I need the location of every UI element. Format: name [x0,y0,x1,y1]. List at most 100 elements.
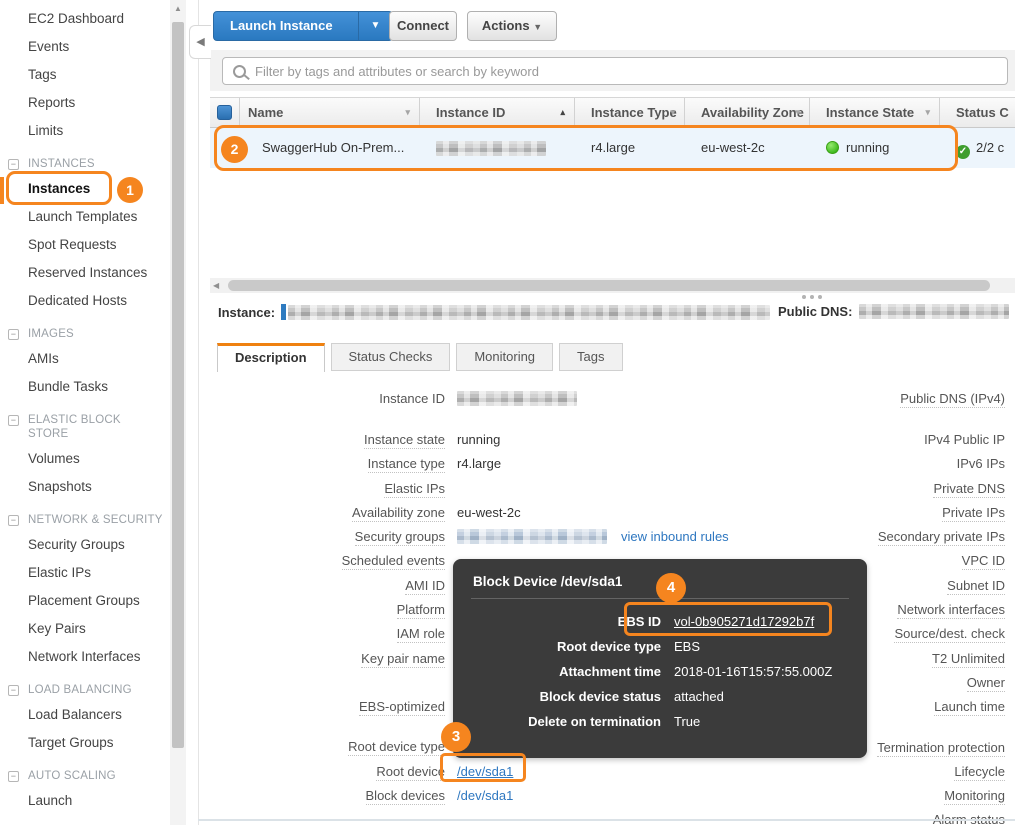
launch-instance-dropdown[interactable]: ▼ [358,12,392,40]
tooltip-row-attachment-time: Attachment time 2018-01-16T15:57:55.000Z [471,661,849,683]
sidebar: EC2 Dashboard Events Tags Reports Limits… [0,0,170,825]
sidebar-item-launch-configurations[interactable]: Launch [0,787,170,815]
column-header-instance-id[interactable]: Instance ID ▴ [420,98,575,127]
ec2-console: EC2 Dashboard Events Tags Reports Limits… [0,0,1015,825]
tab-status-checks[interactable]: Status Checks [331,343,451,371]
field-alarm-status: Alarm status [535,808,1005,825]
connect-button[interactable]: Connect [389,11,457,41]
column-header-instance-state[interactable]: Instance State ▾ [810,98,940,127]
tab-tags[interactable]: Tags [559,343,622,371]
tooltip-row-block-device-status: Block device status attached [471,686,849,708]
chevron-left-icon: ◀ [196,36,204,48]
sidebar-item-bundle-tasks[interactable]: Bundle Tasks [0,373,170,401]
instances-table-header: Name ▾ Instance ID ▴ Instance Type ▾ Ava… [210,97,1015,128]
field-label: Network interfaces [897,602,1005,619]
row-availability-zone: eu-west-2c [685,128,810,168]
callout-3: 3 [441,722,471,752]
running-status-icon [826,141,839,154]
column-header-name[interactable]: Name ▾ [240,98,420,127]
tab-description[interactable]: Description [217,343,325,372]
tooltip-label: EBS ID [471,611,661,633]
scroll-up-icon[interactable]: ▲ [170,4,186,13]
field-label: Root device [376,764,445,781]
collapse-minus-icon[interactable]: − [8,329,19,340]
filter-input[interactable]: Filter by tags and attributes or search … [222,57,1008,85]
sidebar-item-snapshots[interactable]: Snapshots [0,473,170,501]
footer-divider [198,819,1015,821]
tooltip-label: Block device status [471,686,661,708]
instance-row[interactable]: SwaggerHub On-Prem... r4.large eu-west-2… [210,128,1015,168]
sidebar-item-volumes[interactable]: Volumes [0,445,170,473]
sidebar-section-images[interactable]: − IMAGES [0,323,170,345]
column-header-availability-zone[interactable]: Availability Zone ▾ [685,98,810,127]
collapse-minus-icon[interactable]: − [8,159,19,170]
panel-resize-grip[interactable] [802,295,822,299]
ebs-volume-link[interactable]: vol-0b905271d17292b7f [674,614,814,629]
field-label: Subnet ID [947,578,1005,595]
select-all-checkbox[interactable] [217,105,232,120]
tab-monitoring[interactable]: Monitoring [456,343,553,371]
chevron-down-icon: ▼ [533,22,542,32]
sidebar-item-spot-requests[interactable]: Spot Requests [0,231,170,259]
sidebar-section-ebs[interactable]: − ELASTIC BLOCK STORE [0,409,170,445]
section-label: NETWORK & SECURITY [28,514,163,526]
root-device-link[interactable]: /dev/sda1 [457,764,513,779]
sidebar-item-tags[interactable]: Tags [0,61,170,89]
block-device-link[interactable]: /dev/sda1 [457,788,513,803]
sidebar-item-ec2-dashboard[interactable]: EC2 Dashboard [0,5,170,33]
sidebar-item-events[interactable]: Events [0,33,170,61]
row-instance-type: r4.large [575,128,685,168]
collapse-minus-icon[interactable]: − [8,415,19,426]
sidebar-item-reserved-instances[interactable]: Reserved Instances [0,259,170,287]
select-all-checkbox-cell [210,98,240,127]
scroll-left-icon[interactable]: ◀ [213,281,219,290]
sidebar-item-dedicated-hosts[interactable]: Dedicated Hosts [0,287,170,315]
field-label: Owner [967,675,1005,692]
collapse-minus-icon[interactable]: − [8,685,19,696]
sidebar-item-elastic-ips[interactable]: Elastic IPs [0,559,170,587]
field-label: EBS-optimized [359,699,445,716]
sidebar-item-instances[interactable]: Instances [0,175,170,203]
field-lifecycle: Lifecycle [535,759,1005,783]
sidebar-item-limits[interactable]: Limits [0,117,170,145]
sidebar-item-load-balancers[interactable]: Load Balancers [0,701,170,729]
tooltip-value: EBS [674,636,834,658]
column-label: Instance ID [436,105,505,120]
sidebar-item-amis[interactable]: AMIs [0,345,170,373]
sidebar-item-network-interfaces[interactable]: Network Interfaces [0,643,170,671]
selected-instance-summary: Instance: [218,304,770,320]
actions-button[interactable]: Actions ▼ [467,11,557,41]
active-nav-indicator [0,177,4,204]
field-label: Instance type [368,456,445,473]
field-label: Source/dest. check [894,626,1005,643]
filter-placeholder: Filter by tags and attributes or search … [255,64,539,79]
text-cursor [281,304,286,320]
sidebar-scrollbar[interactable]: ▲ [170,0,186,825]
sidebar-item-key-pairs[interactable]: Key Pairs [0,615,170,643]
sidebar-collapse-button[interactable]: ◀ [189,25,211,59]
sidebar-item-security-groups[interactable]: Security Groups [0,531,170,559]
sidebar-scrollbar-thumb[interactable] [172,22,184,748]
launch-instance-button[interactable]: Launch Instance ▼ [213,11,393,41]
column-header-status-checks[interactable]: Status C [940,98,1015,127]
redacted-public-dns [859,304,1009,319]
sidebar-item-target-groups[interactable]: Target Groups [0,729,170,757]
sidebar-section-instances[interactable]: − INSTANCES [0,153,170,175]
sidebar-section-network-security[interactable]: − NETWORK & SECURITY [0,509,170,531]
sidebar-item-launch-templates[interactable]: Launch Templates [0,203,170,231]
tooltip-label: Attachment time [471,661,661,683]
column-header-instance-type[interactable]: Instance Type ▾ [575,98,685,127]
horizontal-scrollbar-thumb[interactable] [228,280,990,291]
row-instance-id [420,128,575,168]
horizontal-scrollbar[interactable]: ◀ [210,278,1015,293]
section-label: ELASTIC BLOCK STORE [28,414,121,440]
sidebar-section-auto-scaling[interactable]: − AUTO SCALING [0,765,170,787]
sidebar-item-placement-groups[interactable]: Placement Groups [0,587,170,615]
sidebar-item-reports[interactable]: Reports [0,89,170,117]
sidebar-section-load-balancing[interactable]: − LOAD BALANCING [0,679,170,701]
collapse-minus-icon[interactable]: − [8,515,19,526]
status-label: 2/2 c [976,140,1004,155]
collapse-minus-icon[interactable]: − [8,771,19,782]
field-private-dns: Private DNS [535,476,1005,500]
field-secondary-private-ips: Secondary private IPs [535,524,1005,548]
